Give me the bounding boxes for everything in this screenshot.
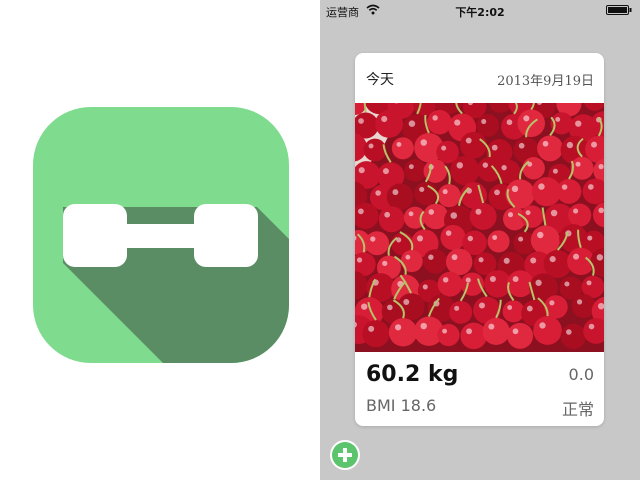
bmi-value: BMI 18.6 [366, 396, 437, 415]
status-time: 下午2:02 [455, 6, 505, 19]
weight-change: 0.0 [568, 365, 594, 384]
cherries-photo [355, 103, 604, 352]
battery-icon [606, 5, 632, 15]
entry-date: 2013年9月19日 [497, 74, 594, 89]
weight-entry-card[interactable]: 今天 2013年9月19日 60.2 kg 0.0 BMI 18.6 正常 [355, 53, 604, 426]
app-icon-panel [0, 0, 320, 480]
status-bar: 运营商 下午2:02 [320, 0, 640, 20]
day-label: 今天 [366, 72, 394, 88]
weight-value: 60.2 kg [366, 362, 459, 387]
dumbbell-icon [33, 107, 289, 363]
add-entry-button[interactable] [330, 440, 360, 470]
plus-icon [332, 442, 358, 468]
phone-screen: 运营商 下午2:02 今天 2013年9月19日 60.2 kg 0.0 BMI… [320, 0, 640, 480]
bmi-status: 正常 [561, 400, 594, 419]
